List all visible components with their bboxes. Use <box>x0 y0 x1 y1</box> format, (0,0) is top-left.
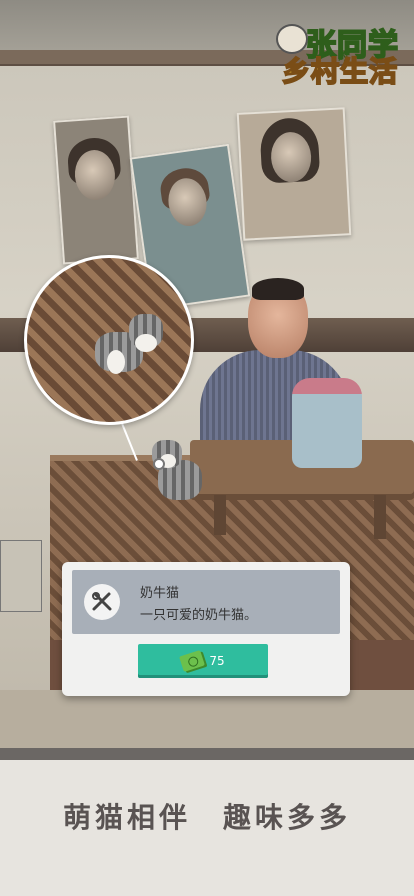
tools-icon <box>84 584 120 620</box>
zoom-pointer-dot <box>153 458 165 470</box>
cat-zoom-bubble <box>24 255 194 425</box>
cow-cat-small[interactable] <box>150 440 208 510</box>
buy-button[interactable]: 75 <box>138 644 268 678</box>
item-popup: 奶牛猫 一只可爱的奶牛猫。 75 <box>62 562 350 696</box>
logo-title-line2: 乡村生活 <box>281 54 399 89</box>
wall-photo-1 <box>53 115 139 265</box>
wall-photo-3 <box>236 107 352 241</box>
kettle[interactable] <box>292 378 362 468</box>
money-icon <box>179 649 206 673</box>
item-info-panel: 奶牛猫 一只可爱的奶牛猫。 <box>72 570 340 634</box>
machine <box>0 540 42 612</box>
item-name: 奶牛猫 <box>140 586 180 601</box>
game-logo: 张同学 的 乡村生活 <box>276 20 406 89</box>
item-description: 一只可爱的奶牛猫。 <box>140 608 258 623</box>
item-price: 75 <box>209 654 225 668</box>
promo-banner: 萌猫相伴 趣味多多 <box>0 748 414 896</box>
banner-slogan: 萌猫相伴 趣味多多 <box>62 801 351 834</box>
cow-cat-closeup <box>89 306 163 384</box>
